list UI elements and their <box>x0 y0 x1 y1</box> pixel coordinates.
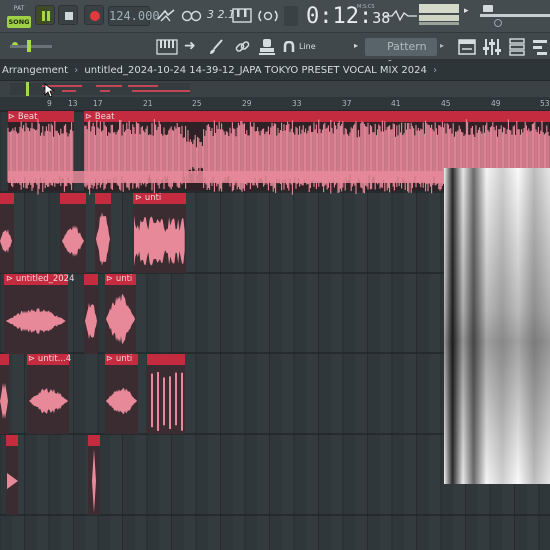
piano-icon[interactable] <box>156 38 178 56</box>
track4-clip-a-header <box>0 354 9 365</box>
song-label[interactable]: SONG <box>7 16 31 28</box>
main-toolbar: PAT SONG 124.000 3 2.1 0:12:38 M:S:CS ▸ <box>0 0 550 33</box>
tempo-display[interactable]: 124.000 <box>108 6 160 26</box>
playlist-titlebar: Arrangement › untitled_2024-10-24 14-39-… <box>0 61 550 81</box>
track5-clip-a-header <box>6 435 18 446</box>
arrow-right-icon[interactable]: ➜ <box>184 39 196 53</box>
bar-marker: 49 <box>491 99 501 108</box>
main-volume-track[interactable] <box>10 45 52 48</box>
project-name: untitled_2024-10-24 14-39-12_JAPA TOKYO … <box>84 65 427 76</box>
playlist-view-icon[interactable] <box>457 37 477 57</box>
video-frame <box>444 168 550 484</box>
countdown-icon[interactable]: 3 2.1 <box>207 9 235 20</box>
clip-label-track4a[interactable]: ⊳ untit...4 <box>28 354 71 365</box>
track2-clip-c-header <box>95 193 111 204</box>
polyphony-meter <box>419 22 459 25</box>
bar-marker: 45 <box>441 99 451 108</box>
clip-label-track3b[interactable]: ⊳ unti <box>106 274 132 285</box>
record-icon <box>90 11 100 21</box>
bar-marker: 25 <box>192 99 202 108</box>
main-volume-handle[interactable] <box>27 40 31 52</box>
clip-label-track4b[interactable]: ⊳ unti <box>106 354 132 365</box>
play-pause-button[interactable] <box>35 5 55 25</box>
clip-label-beat-2[interactable]: ⊳ Beat <box>85 112 114 123</box>
pattern-next-icon[interactable]: ▸ <box>440 42 444 50</box>
bar-marker: 29 <box>242 99 252 108</box>
pattern-prev-icon[interactable]: ▸ <box>354 42 358 50</box>
memory-meter <box>419 15 459 21</box>
daw-window: PAT SONG 124.000 3 2.1 0:12:38 M:S:CS ▸ … <box>0 0 550 550</box>
timeline-ruler[interactable]: 9 13 17 21 25 29 33 37 41 45 49 53 <box>0 97 550 111</box>
bar-marker: 41 <box>391 99 401 108</box>
bar-marker: 21 <box>143 99 153 108</box>
brush-icon[interactable] <box>208 38 226 56</box>
bar-marker: 17 <box>93 99 103 108</box>
pattern-select[interactable]: Pattern 1 <box>365 38 437 71</box>
record-mode-button[interactable] <box>284 6 298 26</box>
piano-roll-icon[interactable] <box>531 37 549 57</box>
snap-select[interactable]: Line <box>299 39 359 55</box>
master-volume-slider[interactable] <box>480 14 550 17</box>
output-monitor-icon <box>385 9 417 22</box>
bar-marker: 13 <box>68 99 78 108</box>
overview-graphic <box>0 81 550 97</box>
mixer-icon[interactable] <box>482 37 502 57</box>
arrangement-label[interactable]: Arrangement <box>2 65 68 76</box>
channel-rack-icon[interactable] <box>508 37 526 57</box>
master-pitch-knob[interactable] <box>494 19 502 27</box>
playlist-overview[interactable] <box>0 81 550 98</box>
clip-label-track3a[interactable]: ⊳ untitled_2024 <box>6 274 75 285</box>
track5-clip-b-header <box>88 435 100 446</box>
bar-marker: 33 <box>292 99 302 108</box>
clip-label-track2[interactable]: ⊳ unti <box>135 193 161 204</box>
track3-clip-b-header <box>84 274 98 285</box>
wait-icon[interactable] <box>156 6 176 26</box>
metronome-icon[interactable] <box>181 7 203 25</box>
track2-clip-a-header <box>0 193 14 204</box>
breadcrumb-chevron: › <box>433 65 438 76</box>
stop-button[interactable] <box>58 5 78 25</box>
bar-marker: 53 <box>540 99 550 108</box>
video-overlay <box>444 168 550 484</box>
song-position-display[interactable]: 0:12:38 <box>306 4 390 29</box>
typing-keyboard-icon[interactable] <box>232 7 252 25</box>
link-icon[interactable] <box>233 38 251 56</box>
magnet-icon[interactable] <box>283 41 295 53</box>
stamp-icon[interactable] <box>257 37 277 57</box>
master-volume-knob[interactable] <box>483 5 493 12</box>
bar-marker: 37 <box>342 99 352 108</box>
pat-label[interactable]: PAT <box>6 3 32 14</box>
pat-song-switch[interactable]: PAT SONG <box>6 3 32 29</box>
bar-marker: 9 <box>47 99 52 108</box>
clip-label-beat-1[interactable]: ⊳ Beat <box>8 112 37 123</box>
play-pause-icon <box>42 11 45 21</box>
loop-record-icon[interactable] <box>257 7 279 25</box>
track4-clip-d-header <box>147 354 185 365</box>
stop-icon <box>65 12 73 20</box>
time-units-label: M:S:CS <box>357 4 375 10</box>
cpu-meter <box>419 4 459 13</box>
record-button[interactable] <box>84 5 104 25</box>
breadcrumb-separator: › <box>74 65 79 76</box>
cpu-arrow-icon: ▸ <box>464 6 469 16</box>
track2-clip-b-header <box>60 193 86 204</box>
